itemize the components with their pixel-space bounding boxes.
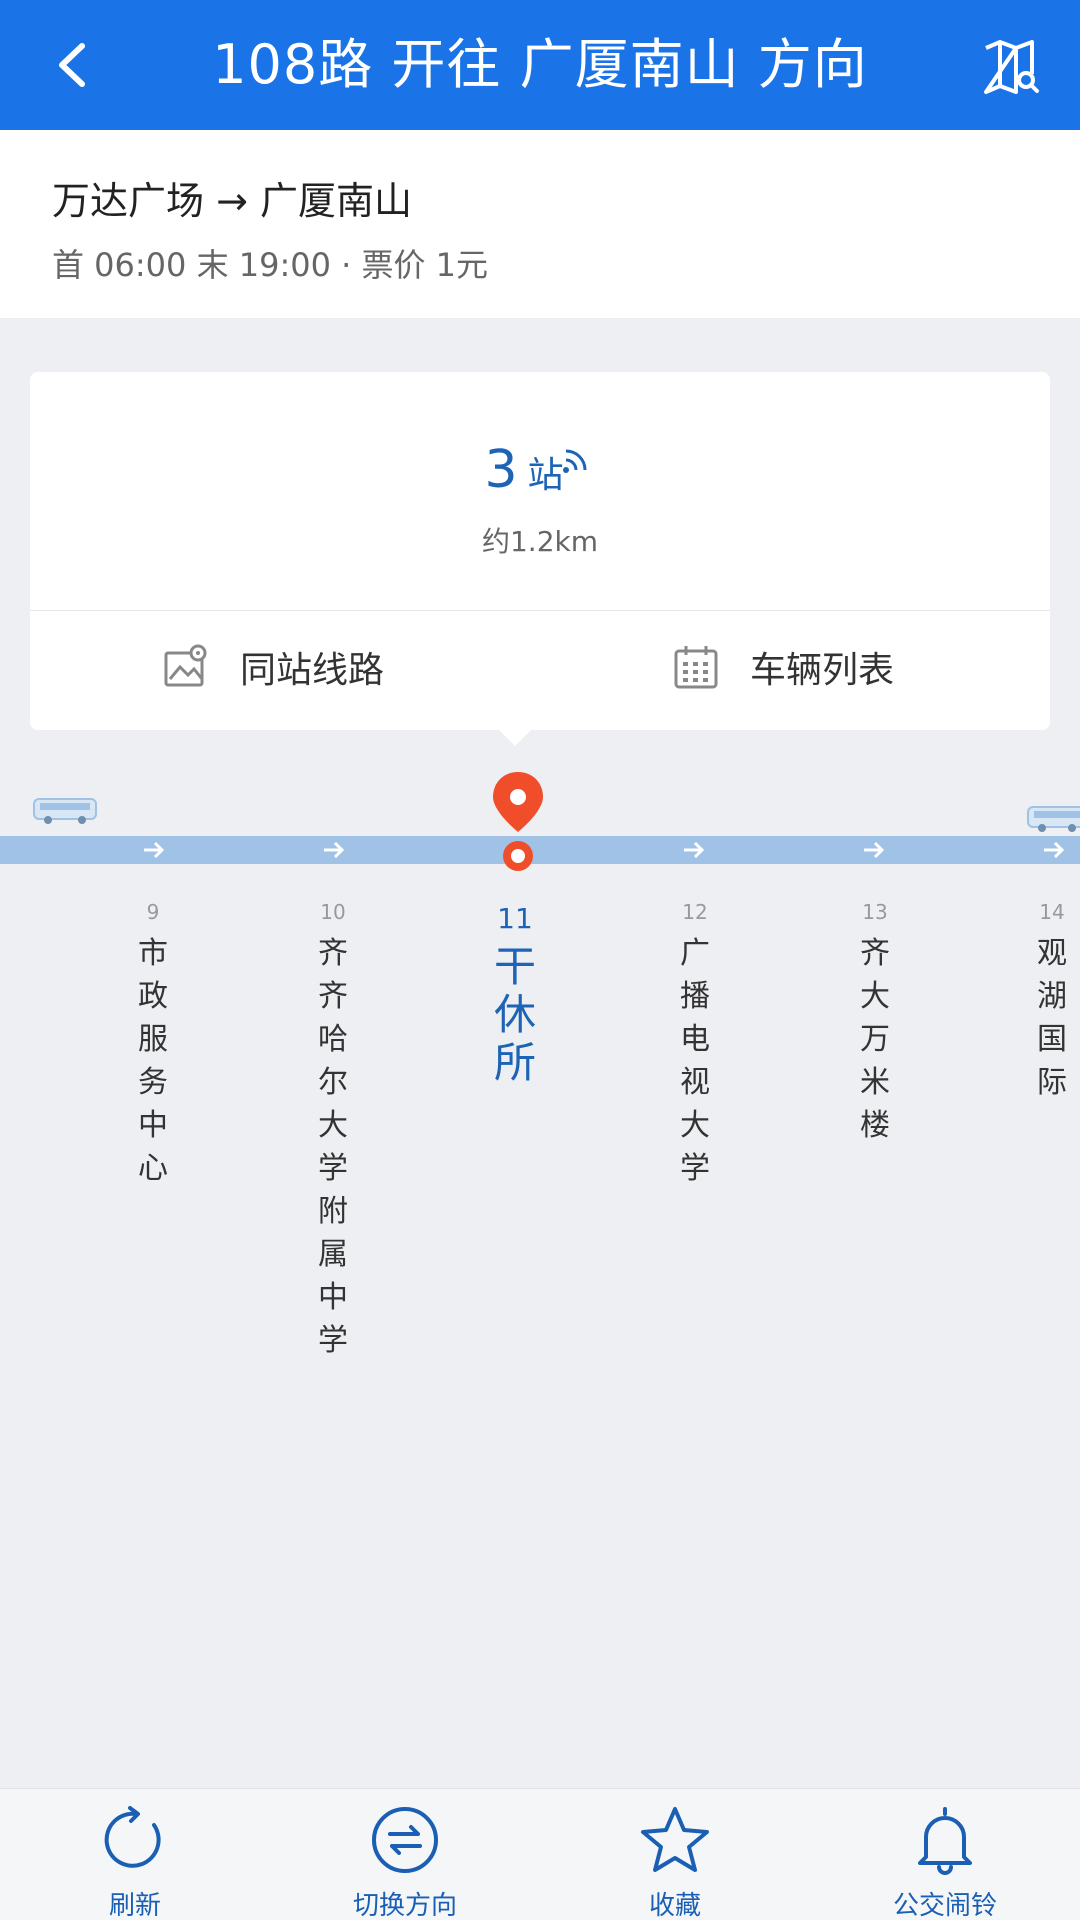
map-icon <box>984 40 1039 94</box>
bottom-toolbar: 刷新 切换方向 收藏 公交闹铃 <box>0 1788 1080 1920</box>
star-icon <box>641 1807 709 1872</box>
bus-alarm-button[interactable]: 公交闹铃 <box>845 1805 1045 1920</box>
stop-number: 11 <box>497 902 533 935</box>
stop-item[interactable]: 14 观湖国际 <box>1022 900 1080 1104</box>
favorite-button[interactable]: 收藏 <box>575 1805 775 1920</box>
same-station-routes-label: 同站线路 <box>240 650 385 691</box>
current-stop-item[interactable]: 11 干休所 <box>485 900 545 1087</box>
bus-icon[interactable] <box>32 796 98 826</box>
bell-icon <box>918 1807 972 1875</box>
stop-item[interactable]: 10 齐齐哈尔大学附属中学 <box>303 900 363 1362</box>
stop-number: 10 <box>320 900 346 924</box>
stop-item[interactable]: 12 广播电视大学 <box>665 900 725 1190</box>
stops-away-number: 3 <box>484 440 518 500</box>
arrival-card: 3站 约1.2km 同站线路 车辆列表 <box>30 372 1050 730</box>
switch-direction-label: 切换方向 <box>352 1891 457 1920</box>
favorite-label: 收藏 <box>648 1891 701 1920</box>
stop-number: 9 <box>146 900 160 924</box>
stop-item[interactable]: 13 齐大万米楼 <box>845 900 905 1147</box>
arrow-right-icon <box>684 841 705 859</box>
arrow-right-icon <box>864 841 885 859</box>
map-button[interactable] <box>980 36 1042 98</box>
divider <box>30 610 1050 611</box>
card-pointer <box>497 728 533 746</box>
switch-direction-button[interactable]: 切换方向 <box>305 1805 505 1920</box>
calendar-icon <box>674 646 718 689</box>
location-pin-icon <box>493 772 543 871</box>
stops-away: 3站 <box>30 440 1050 500</box>
bus-alarm-label: 公交闹铃 <box>892 1891 997 1920</box>
route-endpoints: 万达广场 → 广厦南山 <box>52 179 412 223</box>
refresh-label: 刷新 <box>108 1891 161 1920</box>
arrow-right-icon <box>324 841 345 859</box>
stop-name: 齐齐哈尔大学附属中学 <box>318 936 348 1358</box>
refresh-button[interactable]: 刷新 <box>35 1805 235 1920</box>
stop-name: 齐大万米楼 <box>860 936 890 1143</box>
stop-name: 干休所 <box>493 942 536 1087</box>
station-map-icon <box>164 644 207 687</box>
arrow-right-icon <box>144 841 165 859</box>
stops-away-unit: 站 <box>527 455 564 496</box>
stop-number: 12 <box>682 900 708 924</box>
stop-number: 13 <box>862 900 888 924</box>
app-header: 108路 开往 广厦南山 方向 <box>0 0 1080 130</box>
arrow-right-icon <box>1044 841 1065 859</box>
stop-name: 市政服务中心 <box>138 936 168 1186</box>
stop-name: 观湖国际 <box>1037 936 1067 1100</box>
page-title: 108路 开往 广厦南山 方向 <box>212 33 868 96</box>
route-info: 万达广场 → 广厦南山 首 06:00 末 19:00 · 票价 1元 <box>0 130 1080 318</box>
bus-icon[interactable] <box>1026 804 1080 834</box>
vehicle-list-label: 车辆列表 <box>750 650 895 691</box>
back-button[interactable] <box>40 30 110 100</box>
vehicle-list-button[interactable]: 车辆列表 <box>672 632 894 702</box>
stop-name: 广播电视大学 <box>680 936 710 1186</box>
switch-direction-icon <box>372 1807 438 1873</box>
distance: 约1.2km <box>481 525 599 558</box>
refresh-icon <box>104 1806 161 1868</box>
realtime-signal-icon <box>562 449 587 473</box>
chevron-left-icon <box>59 43 85 87</box>
same-station-routes-button[interactable]: 同站线路 <box>162 632 384 702</box>
stop-number: 14 <box>1039 900 1065 924</box>
route-schedule-fare: 首 06:00 末 19:00 · 票价 1元 <box>52 246 489 284</box>
stop-item[interactable]: 9 市政服务中心 <box>123 900 183 1190</box>
